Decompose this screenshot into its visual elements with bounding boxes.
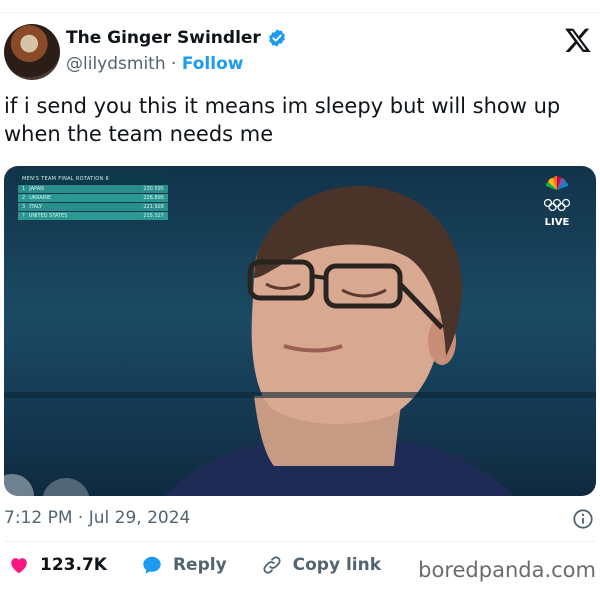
scoreboard-row: 3 ITALY 221.928 [18, 203, 168, 211]
scoreboard-row: 2 UKRAINE 226.895 [18, 194, 168, 202]
copy-link-button[interactable]: Copy link [261, 554, 381, 576]
heart-icon [11, 558, 27, 574]
olympic-rings-icon [543, 198, 571, 212]
verified-badge-icon [268, 29, 285, 47]
follow-link[interactable]: Follow [182, 54, 244, 74]
like-count: 123.7K [40, 555, 107, 575]
action-divider [4, 541, 596, 542]
copy-link-label: Copy link [292, 555, 382, 575]
peacock-icon [545, 176, 569, 190]
broadcaster-logo: LIVE [540, 176, 574, 228]
watermark: boredpanda.com [418, 558, 596, 582]
scoreboard-title: MEN'S TEAM FINAL ROTATION 6 [18, 174, 168, 184]
reply-button[interactable]: Reply [141, 554, 227, 576]
tweet-timestamp[interactable]: 7:12 PM · Jul 29, 2024 [4, 508, 190, 528]
link-icon [263, 556, 281, 574]
handle[interactable]: @lilydsmith [66, 54, 166, 74]
reply-label: Reply [172, 555, 227, 575]
tweet-media[interactable]: MEN'S TEAM FINAL ROTATION 6 1 JAPAN 230.5… [4, 166, 596, 496]
handle-row: @lilydsmith · Follow [66, 54, 243, 74]
scoreboard-row: ? UNITED STATES 215.327 [18, 212, 168, 220]
top-divider [0, 12, 600, 13]
reply-bubble-icon [143, 556, 161, 574]
avatar[interactable] [4, 24, 60, 80]
author-name-row: The Ginger Swindler [66, 28, 287, 48]
separator: · [171, 54, 177, 74]
scoreboard-overlay: MEN'S TEAM FINAL ROTATION 6 1 JAPAN 230.5… [18, 174, 168, 220]
media-wall-band [4, 392, 596, 398]
scoreboard-row: 1 JAPAN 230.595 [18, 185, 168, 193]
info-icon[interactable] [572, 508, 594, 530]
action-bar: 123.7K Reply Copy link [8, 554, 415, 576]
x-logo-icon[interactable] [564, 26, 592, 54]
display-name[interactable]: The Ginger Swindler [66, 28, 261, 48]
like-button[interactable]: 123.7K [8, 554, 107, 576]
tweet-text: if i send you this it means im sleepy bu… [4, 94, 561, 146]
live-label: LIVE [544, 217, 570, 228]
